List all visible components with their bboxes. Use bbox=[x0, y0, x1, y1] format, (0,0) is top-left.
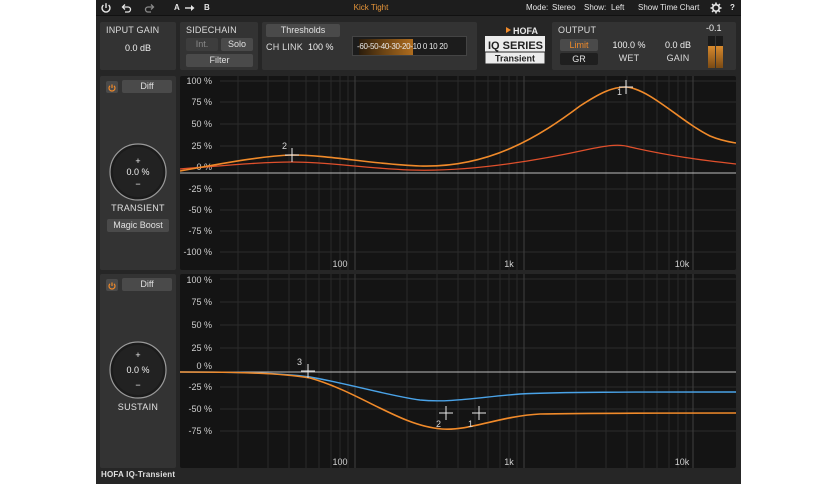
sidechain-filter-button[interactable]: Filter bbox=[186, 54, 253, 67]
sustain-knob-minus: − bbox=[135, 380, 141, 390]
mode-select[interactable]: Stereo bbox=[552, 2, 576, 14]
sidechain-panel: SIDECHAIN Int. Solo Filter bbox=[180, 22, 258, 70]
transient-x-label: 1k bbox=[504, 259, 514, 269]
logo-product: Transient bbox=[495, 54, 535, 64]
preset-name[interactable]: Kick Tight bbox=[296, 0, 446, 16]
plugin-window: A B Kick Tight Mode: Stereo Show: Left S… bbox=[96, 0, 741, 484]
sustain-knob-plus: + bbox=[135, 350, 141, 360]
transient-y-label: 75 % bbox=[191, 97, 212, 107]
transient-power-icon[interactable] bbox=[106, 81, 118, 93]
transient-y-label: -50 % bbox=[188, 205, 212, 215]
transient-y-label: 50 % bbox=[191, 119, 212, 129]
sustain-x-label: 100 bbox=[332, 457, 347, 467]
sustain-x-label: 10k bbox=[675, 457, 690, 467]
sustain-band-name: SUSTAIN bbox=[117, 402, 159, 412]
sustain-controls: Diff + 0.0 % − SUSTAIN bbox=[100, 274, 176, 468]
transient-node-2-label: 2 bbox=[282, 141, 287, 151]
show-time-chart-button[interactable]: Show Time Chart bbox=[638, 2, 699, 14]
sustain-y-label: -50 % bbox=[188, 404, 212, 414]
output-label: OUTPUT bbox=[558, 25, 597, 35]
top-toolbar: A B Kick Tight Mode: Stereo Show: Left S… bbox=[96, 0, 741, 16]
transient-controls: Diff + 0.0 % − TRANSIENT Magic Boost bbox=[100, 76, 176, 270]
sustain-y-label: -25 % bbox=[188, 382, 212, 392]
sustain-y-label: 50 % bbox=[191, 320, 212, 330]
transient-node-1-label: 1 bbox=[617, 87, 622, 97]
sustain-eq-graph[interactable]: 100 % 75 % 50 % 25 % 0 % -25 % -50 % -75… bbox=[180, 274, 736, 468]
gain-value[interactable]: 0.0 dB bbox=[656, 40, 700, 50]
wet-value[interactable]: 100.0 % bbox=[606, 40, 652, 50]
ch-link-value[interactable]: 100 % bbox=[308, 42, 334, 52]
power-icon[interactable] bbox=[100, 2, 112, 14]
transient-y-label: 25 % bbox=[191, 141, 212, 151]
sustain-node-1[interactable] bbox=[472, 406, 486, 420]
sustain-y-label: -75 % bbox=[188, 426, 212, 436]
sustain-node-2[interactable] bbox=[439, 406, 453, 420]
plugin-title-footer: HOFA IQ-Transient bbox=[101, 470, 176, 479]
gear-icon[interactable] bbox=[710, 2, 722, 14]
hofa-iq-series-logo: HOFA IQ SERIES Transient bbox=[482, 24, 548, 66]
input-gain-label: INPUT GAIN bbox=[106, 25, 160, 35]
gr-button[interactable]: GR bbox=[560, 53, 598, 65]
sustain-x-label: 1k bbox=[504, 457, 514, 467]
input-gain-panel: INPUT GAIN 0.0 dB bbox=[100, 22, 176, 70]
threshold-meter[interactable]: -60-50-40-30-20-10 0 10 20 bbox=[352, 36, 467, 56]
output-meter-left bbox=[708, 36, 715, 68]
redo-icon[interactable] bbox=[144, 2, 156, 14]
undo-icon[interactable] bbox=[120, 2, 132, 14]
input-gain-value[interactable]: 0.0 dB bbox=[100, 43, 176, 53]
magic-boost-button[interactable]: Magic Boost bbox=[107, 219, 169, 232]
sustain-power-icon[interactable] bbox=[106, 279, 118, 291]
transient-x-label: 10k bbox=[675, 259, 690, 269]
ab-a-button[interactable]: A bbox=[174, 2, 180, 14]
ab-b-button[interactable]: B bbox=[204, 2, 210, 14]
wet-label: WET bbox=[618, 53, 640, 63]
transient-knob-minus: − bbox=[135, 179, 141, 189]
sustain-diff-button[interactable]: Diff bbox=[122, 278, 172, 291]
sustain-y-label: 0 % bbox=[196, 361, 212, 371]
ch-link-label: CH LINK bbox=[266, 42, 303, 52]
transient-node-2[interactable] bbox=[285, 148, 299, 162]
thresholds-button[interactable]: Thresholds bbox=[266, 24, 340, 37]
sustain-node-2-label: 2 bbox=[436, 419, 441, 429]
show-label: Show: bbox=[584, 3, 607, 12]
gain-label: GAIN bbox=[666, 53, 690, 63]
ab-copy-arrow-icon[interactable] bbox=[184, 2, 196, 14]
output-panel: OUTPUT Limit GR 100.0 % WET 0.0 dB GAIN … bbox=[552, 22, 736, 70]
transient-knob-plus: + bbox=[135, 156, 141, 166]
mode-label: Mode: bbox=[526, 3, 549, 12]
limit-button[interactable]: Limit bbox=[560, 39, 598, 51]
transient-eq-graph[interactable]: 100 % 75 % 50 % 25 % 0 % -25 % -50 % -75… bbox=[180, 76, 736, 270]
internal-sidechain-button[interactable]: Int. bbox=[186, 38, 218, 51]
sustain-eq-plot[interactable]: 100 % 75 % 50 % 25 % 0 % -25 % -50 % -75… bbox=[180, 274, 736, 468]
sidechain-solo-button[interactable]: Solo bbox=[221, 38, 253, 51]
help-button[interactable]: ? bbox=[730, 2, 735, 14]
sustain-node-1-label: 1 bbox=[468, 419, 473, 429]
output-peak-value: -0.1 bbox=[706, 23, 722, 33]
transient-x-label: 100 bbox=[332, 259, 347, 269]
transient-diff-button[interactable]: Diff bbox=[122, 80, 172, 93]
sustain-y-label: 75 % bbox=[191, 297, 212, 307]
transient-y-label: -100 % bbox=[183, 247, 212, 257]
transient-y-label: -75 % bbox=[188, 226, 212, 236]
sidechain-label: SIDECHAIN bbox=[186, 25, 237, 35]
logo-series: IQ SERIES bbox=[488, 40, 543, 52]
threshold-meter-scale: -60-50-40-30-20-10 0 10 20 bbox=[357, 42, 448, 51]
sustain-node-3-label: 3 bbox=[297, 357, 302, 367]
show-select[interactable]: Left bbox=[611, 2, 624, 14]
logo-brand: HOFA bbox=[513, 26, 539, 36]
transient-y-label: -25 % bbox=[188, 184, 212, 194]
output-meter-right bbox=[716, 36, 723, 68]
sustain-y-label: 100 % bbox=[186, 275, 212, 285]
transient-y-label: 100 % bbox=[186, 76, 212, 86]
sustain-y-label: 25 % bbox=[191, 343, 212, 353]
transient-knob-value: 0.0 % bbox=[126, 167, 150, 177]
transient-eq-plot[interactable]: 100 % 75 % 50 % 25 % 0 % -25 % -50 % -75… bbox=[180, 76, 736, 270]
sustain-knob-value: 0.0 % bbox=[126, 365, 150, 375]
transient-band-name: TRANSIENT bbox=[111, 203, 165, 213]
